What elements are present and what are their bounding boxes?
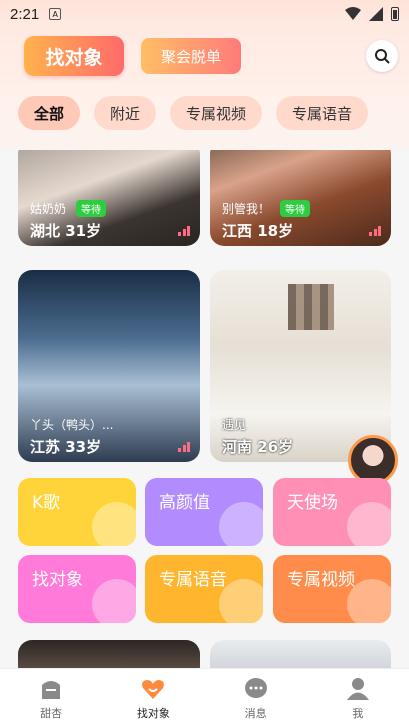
card-nickname: 遇见 — [222, 418, 247, 432]
card-location-age: 河南 26岁 — [222, 438, 294, 456]
nav-label: 消息 — [244, 706, 267, 720]
category-label: 高颜值 — [159, 493, 210, 513]
category-exclusive-voice[interactable]: 专属语音 — [145, 555, 263, 623]
heart-icon — [142, 679, 165, 699]
heart-hand-icon — [92, 579, 136, 623]
audio-wave-icon — [178, 226, 190, 236]
chat-icon — [244, 677, 267, 698]
status-badge: 等待 — [280, 200, 310, 217]
category-label: 天使场 — [287, 493, 338, 513]
tab-find-partner[interactable]: 找对象 — [24, 36, 124, 76]
category-label: K歌 — [32, 493, 61, 513]
audio-wave-icon — [178, 442, 190, 452]
face-icon — [219, 502, 263, 546]
microphone-icon — [92, 502, 136, 546]
chip-nearby[interactable]: 附近 — [94, 96, 157, 130]
filter-chips: 全部 附近 专属视频 专属语音 — [18, 96, 369, 130]
profile-card[interactable] — [210, 640, 391, 668]
wing-icon — [347, 502, 391, 546]
chip-all[interactable]: 全部 — [18, 96, 81, 130]
user-icon — [346, 677, 369, 700]
card-location-age: 江西 18岁 — [222, 222, 294, 240]
profile-card[interactable]: 别管我！ 等待 江西 18岁 — [210, 150, 391, 246]
profile-card[interactable]: 遇见 河南 26岁 — [210, 270, 391, 462]
category-find-partner[interactable]: 找对象 — [18, 555, 136, 623]
card-nickname: 姑奶奶 — [30, 202, 67, 216]
nav-me[interactable]: 我 — [307, 669, 409, 728]
chip-exclusive-voice[interactable]: 专属语音 — [276, 96, 369, 130]
audio-wave-icon — [369, 226, 381, 236]
microphone-icon — [219, 579, 263, 623]
category-label: 专属语音 — [159, 570, 227, 590]
status-badge: 等待 — [76, 200, 106, 217]
nav-messages[interactable]: 消息 — [205, 669, 307, 728]
category-exclusive-video[interactable]: 专属视频 — [273, 555, 391, 623]
wifi-icon — [345, 7, 361, 20]
category-label: 找对象 — [32, 570, 83, 590]
content-feed: 姑奶奶 等待 湖北 31岁 别管我！ 等待 江西 18岁 丫头（鸭头）... 江… — [0, 150, 409, 668]
category-good-looks[interactable]: 高颜值 — [145, 478, 263, 546]
blurred-face — [288, 284, 334, 330]
profile-card[interactable]: 姑奶奶 等待 湖北 31岁 — [18, 150, 200, 246]
search-button[interactable] — [366, 40, 398, 72]
nav-label: 甜杏 — [40, 706, 63, 720]
category-karaoke[interactable]: K歌 — [18, 478, 136, 546]
tab-party[interactable]: 聚会脱单 — [141, 38, 241, 74]
card-nickname: 丫头（鸭头）... — [30, 418, 114, 432]
category-angel[interactable]: 天使场 — [273, 478, 391, 546]
battery-icon — [391, 7, 399, 21]
nav-label: 我 — [352, 706, 364, 720]
video-icon — [347, 579, 391, 623]
profile-card[interactable]: 丫头（鸭头）... 江苏 33岁 — [18, 270, 200, 462]
chip-exclusive-video[interactable]: 专属视频 — [170, 96, 263, 130]
card-nickname: 别管我！ — [222, 202, 271, 216]
nav-find-partner[interactable]: 找对象 — [102, 669, 204, 728]
nav-home[interactable]: 甜杏 — [0, 669, 102, 728]
search-icon — [375, 49, 390, 64]
home-icon — [42, 680, 61, 699]
signal-icon — [369, 7, 383, 21]
clock: 2:21 — [10, 5, 40, 23]
bottom-nav: 甜杏 找对象 消息 我 — [0, 668, 409, 728]
status-bar: 2:21 A — [0, 0, 409, 28]
card-location-age: 江苏 33岁 — [30, 438, 102, 456]
card-location-age: 湖北 31岁 — [30, 222, 102, 240]
nav-label: 找对象 — [136, 706, 170, 720]
profile-card[interactable] — [18, 640, 200, 668]
category-label: 专属视频 — [287, 570, 355, 590]
top-header: 找对象 聚会脱单 全部 附近 专属视频 专属语音 — [0, 28, 409, 150]
notification-icon: A — [49, 8, 62, 20]
